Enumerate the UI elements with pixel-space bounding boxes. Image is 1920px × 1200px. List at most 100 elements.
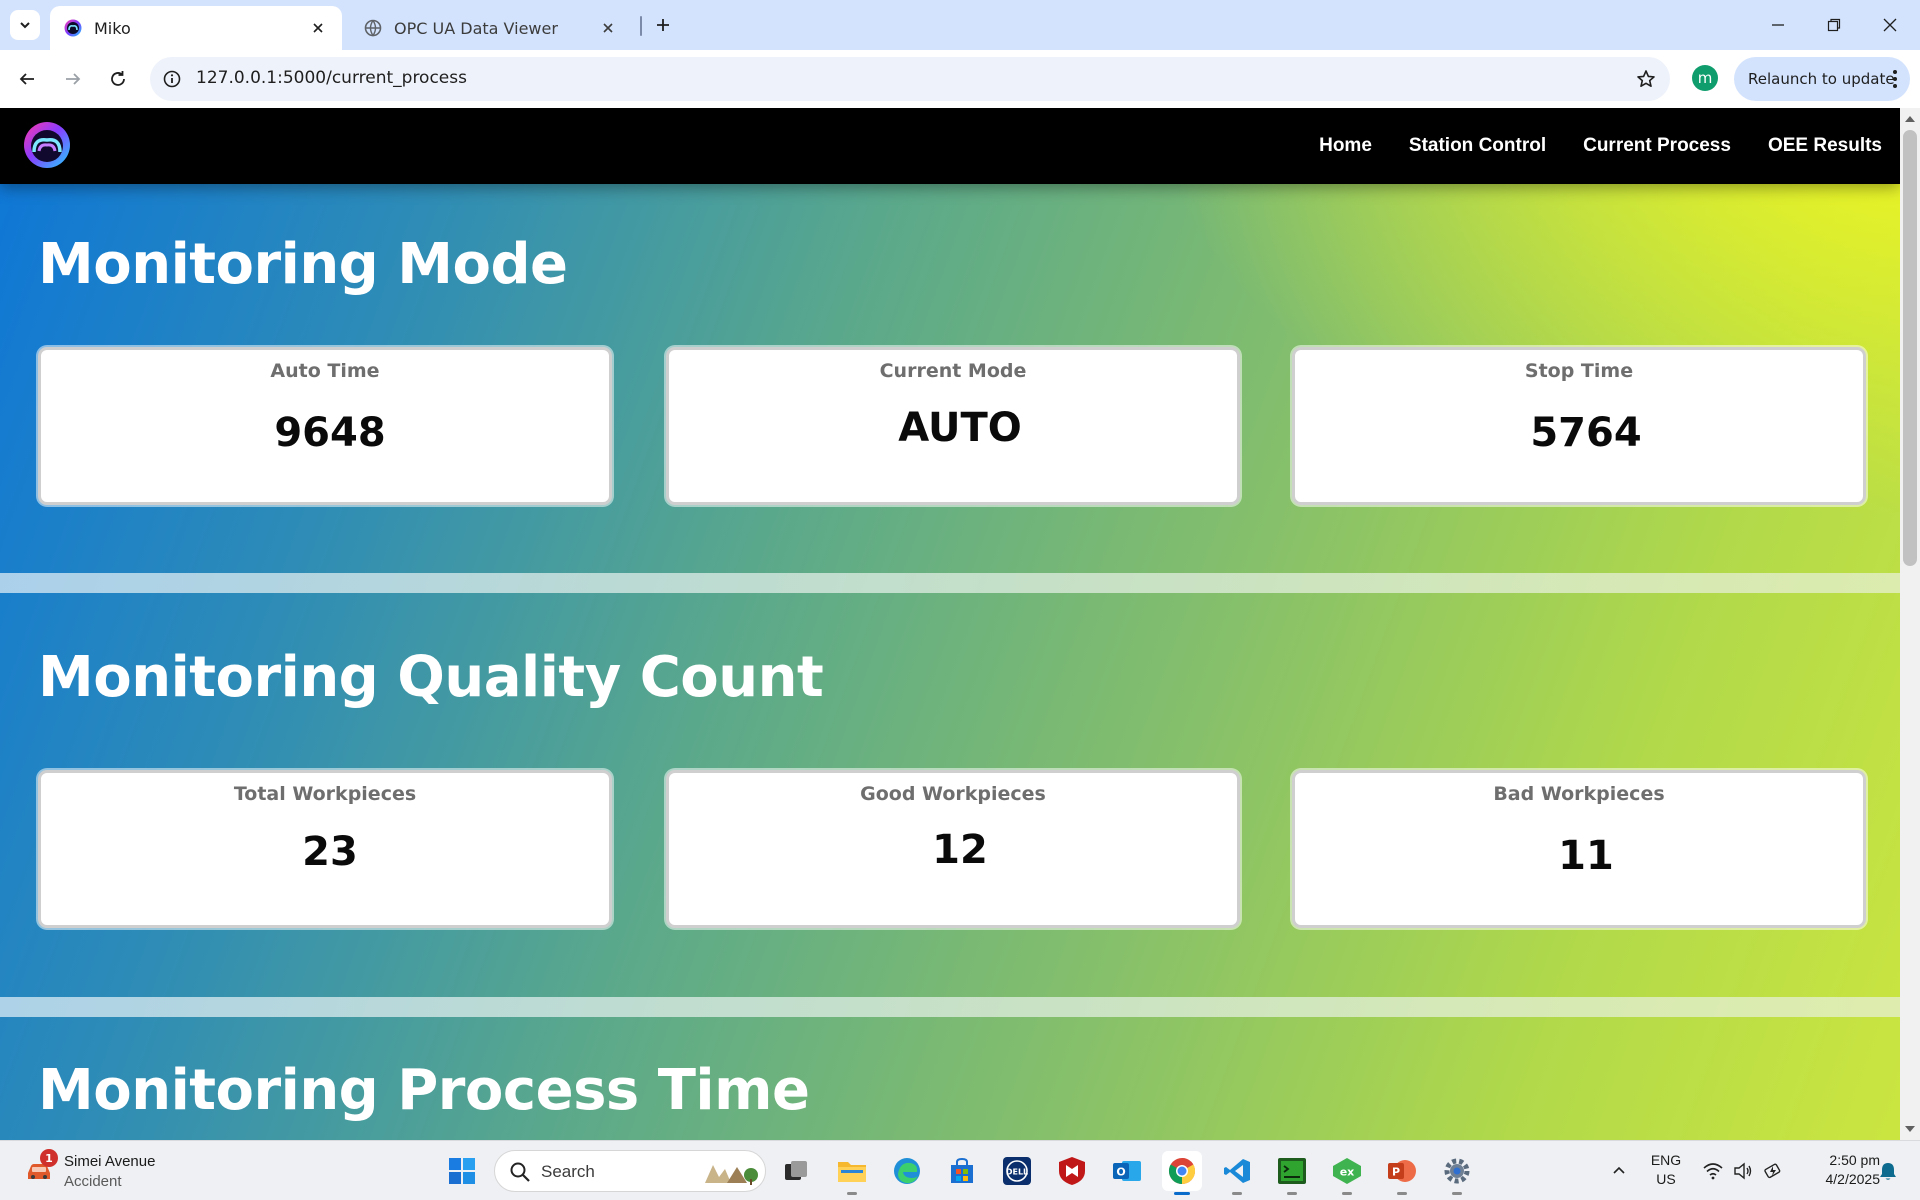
volume-control[interactable]: [1730, 1141, 1756, 1200]
dell-app-button[interactable]: DELL: [997, 1151, 1037, 1191]
browser-toolbar: 127.0.0.1:5000/current_process m Relaunc…: [0, 50, 1920, 108]
more-vertical-icon: [1890, 68, 1900, 90]
nav-links: Home Station Control Current Process OEE…: [1282, 108, 1882, 184]
chrome-icon: [1168, 1157, 1196, 1185]
speaker-icon: [1734, 1162, 1752, 1180]
address-bar[interactable]: 127.0.0.1:5000/current_process: [150, 57, 1670, 101]
section-title-monitoring-process-time: Monitoring Process Time: [38, 1058, 810, 1123]
tab-title: Miko: [94, 18, 131, 38]
arrow-left-icon: [19, 73, 34, 85]
windows-logo-icon: [449, 1158, 475, 1184]
powerpoint-icon: P: [1388, 1160, 1416, 1182]
miko-favicon-icon: [64, 19, 82, 37]
miko-logo[interactable]: [22, 120, 72, 170]
start-button[interactable]: [442, 1151, 482, 1191]
outlook-icon: O: [1113, 1161, 1141, 1181]
minimize-icon: [1772, 24, 1784, 26]
bookmark-button[interactable]: [1634, 67, 1658, 91]
battery-charging-icon: [1764, 1163, 1781, 1179]
alert-badge: 1: [40, 1149, 58, 1167]
taskbar-search[interactable]: Search: [494, 1150, 766, 1192]
outlook-button[interactable]: O: [1107, 1151, 1147, 1191]
section-title-monitoring-mode: Monitoring Mode: [38, 232, 568, 297]
tab-opc-ua-data-viewer[interactable]: OPC UA Data Viewer: [350, 6, 632, 50]
tab-miko[interactable]: Miko: [50, 6, 342, 50]
wifi-icon: [1703, 1163, 1723, 1180]
close-window-button[interactable]: [1872, 10, 1908, 40]
card-value: 23: [302, 829, 358, 875]
chevron-down-icon: [20, 22, 30, 29]
edge-browser-button[interactable]: [887, 1151, 927, 1191]
bell-icon: [1880, 1163, 1896, 1180]
file-explorer-button[interactable]: [832, 1151, 872, 1195]
nav-link-home[interactable]: Home: [1319, 135, 1372, 157]
running-indicator: [1452, 1192, 1462, 1195]
clock-date: 4/2/2025: [1825, 1171, 1881, 1187]
nav-link-station-control[interactable]: Station Control: [1409, 135, 1546, 157]
reload-button[interactable]: [103, 64, 133, 94]
vscode-button[interactable]: [1217, 1151, 1257, 1195]
svg-text:ex: ex: [1340, 1166, 1355, 1179]
ex-app-icon: ex: [1333, 1158, 1361, 1184]
profile-avatar[interactable]: m: [1692, 65, 1718, 91]
card-label: Bad Workpieces: [1493, 783, 1665, 805]
language-region: US: [1656, 1171, 1676, 1187]
card-bad-workpieces: Bad Workpieces 11: [1292, 770, 1866, 928]
svg-text:O: O: [1116, 1166, 1125, 1179]
section-divider: [0, 573, 1900, 593]
terminal-app-button[interactable]: [1272, 1151, 1312, 1195]
reload-icon: [111, 71, 125, 86]
close-tab-button[interactable]: [308, 18, 328, 38]
language-code: ENG: [1650, 1152, 1682, 1168]
network-status[interactable]: [1700, 1141, 1726, 1200]
card-value: 9648: [274, 410, 386, 456]
input-language-indicator[interactable]: ENG US: [1648, 1151, 1684, 1189]
mcafee-button[interactable]: [1052, 1151, 1092, 1191]
running-indicator: [1397, 1192, 1407, 1195]
scroll-down-arrow-icon[interactable]: [1905, 1126, 1915, 1132]
section-divider: [0, 997, 1900, 1017]
microsoft-store-button[interactable]: [942, 1151, 982, 1191]
forward-button[interactable]: [58, 64, 88, 94]
powerpoint-button[interactable]: P: [1382, 1151, 1422, 1195]
tab-divider: [640, 16, 642, 36]
search-placeholder: Search: [541, 1162, 595, 1181]
nav-link-current-process[interactable]: Current Process: [1583, 135, 1731, 157]
card-total-workpieces: Total Workpieces 23: [38, 770, 612, 928]
card-label: Total Workpieces: [233, 783, 417, 805]
page-scrollbar[interactable]: [1900, 108, 1920, 1140]
nav-link-oee-results[interactable]: OEE Results: [1768, 135, 1882, 157]
search-highlight-illustration-icon: [705, 1165, 758, 1185]
info-icon: [163, 70, 181, 88]
back-button[interactable]: [12, 64, 42, 94]
scroll-up-arrow-icon[interactable]: [1905, 116, 1915, 122]
folder-icon: [838, 1162, 866, 1182]
scrollbar-thumb[interactable]: [1903, 130, 1917, 566]
gear-icon: [1444, 1158, 1470, 1184]
store-icon: [951, 1157, 973, 1183]
traffic-widget[interactable]: 1 Simei Avenue Accident: [22, 1149, 222, 1193]
new-tab-button[interactable]: [650, 12, 676, 38]
card-label: Auto Time: [270, 360, 380, 382]
close-icon: [313, 23, 323, 33]
card-current-mode: Current Mode AUTO: [666, 347, 1240, 505]
close-tab-button[interactable]: [598, 18, 618, 38]
running-indicator: [1174, 1192, 1190, 1195]
show-hidden-icons-button[interactable]: [1604, 1141, 1634, 1200]
system-clock[interactable]: 2:50 pm 4/2/2025: [1796, 1151, 1881, 1189]
tab-search-button[interactable]: [10, 10, 40, 40]
chrome-button[interactable]: [1162, 1151, 1202, 1195]
relaunch-to-update-button[interactable]: Relaunch to update: [1734, 57, 1910, 101]
battery-status[interactable]: [1760, 1141, 1786, 1200]
exceed-app-button[interactable]: ex: [1327, 1151, 1367, 1195]
card-value: 11: [1558, 833, 1614, 879]
card-label: Stop Time: [1524, 360, 1634, 382]
settings-button[interactable]: [1437, 1151, 1477, 1195]
notifications-button[interactable]: [1874, 1141, 1902, 1200]
url-text: 127.0.0.1:5000/current_process: [196, 68, 467, 88]
minimize-window-button[interactable]: [1760, 10, 1796, 40]
site-info-button[interactable]: [160, 67, 184, 91]
task-view-button[interactable]: [776, 1151, 816, 1191]
vscode-icon: [1224, 1159, 1250, 1183]
restore-window-button[interactable]: [1816, 10, 1852, 40]
